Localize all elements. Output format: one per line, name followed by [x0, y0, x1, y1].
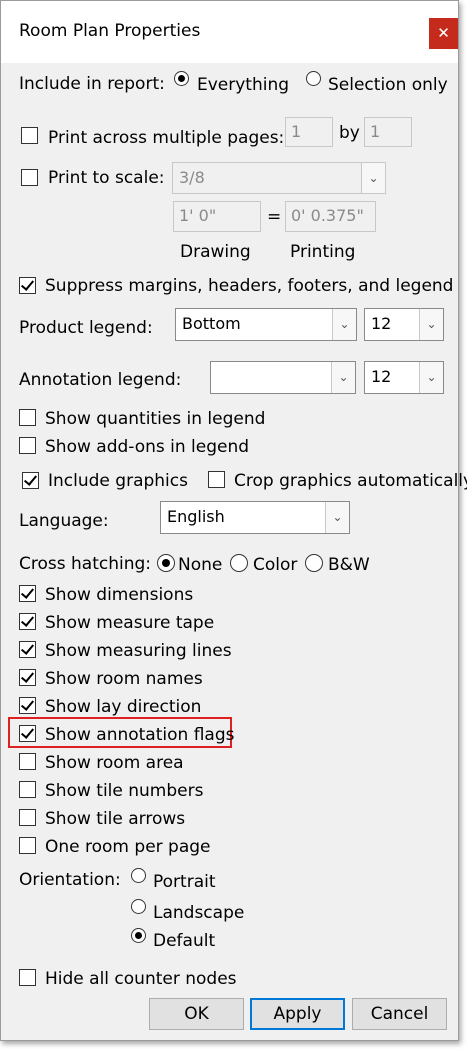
chevron-down-icon: ⌄: [419, 309, 443, 340]
hatch-none-radio[interactable]: [157, 554, 175, 572]
show-quantities-checkbox[interactable]: [19, 409, 36, 426]
include-graphics-label[interactable]: Include graphics: [48, 471, 188, 491]
product-legend-size-value: 12: [371, 314, 392, 333]
show-lay-direction-checkbox[interactable]: [19, 697, 36, 714]
print-to-scale-label[interactable]: Print to scale:: [48, 168, 165, 188]
show-measure-tape-checkbox[interactable]: [19, 613, 36, 630]
scale-value: 3/8: [179, 168, 205, 187]
cross-hatching-label: Cross hatching:: [19, 554, 151, 574]
suppress-margins-checkbox[interactable]: [19, 277, 36, 294]
orientation-portrait-radio[interactable]: [131, 868, 146, 883]
show-annotation-flags-label[interactable]: Show annotation flags: [45, 725, 234, 745]
equals-sign: =: [267, 207, 282, 227]
chevron-down-icon: ⌄: [419, 362, 443, 393]
one-room-per-page-checkbox[interactable]: [19, 837, 36, 854]
printing-label: Printing: [290, 242, 356, 262]
chevron-down-icon: ⌄: [361, 163, 385, 193]
show-room-area-checkbox[interactable]: [19, 753, 36, 770]
suppress-margins-label[interactable]: Suppress margins, headers, footers, and …: [45, 276, 453, 296]
show-room-area-label[interactable]: Show room area: [45, 753, 184, 773]
print-to-scale-checkbox[interactable]: [21, 169, 38, 186]
hide-counter-nodes-label[interactable]: Hide all counter nodes: [45, 969, 237, 989]
hatch-color-label[interactable]: Color: [253, 555, 297, 575]
show-dimensions-label[interactable]: Show dimensions: [45, 585, 193, 605]
chevron-down-icon: ⌄: [331, 362, 355, 393]
show-room-names-checkbox[interactable]: [19, 669, 36, 686]
language-label: Language:: [19, 511, 109, 531]
language-dropdown[interactable]: English ⌄: [160, 501, 350, 534]
chevron-down-icon: ⌄: [332, 309, 356, 340]
include-graphics-checkbox[interactable]: [22, 472, 39, 489]
show-quantities-label[interactable]: Show quantities in legend: [45, 409, 265, 429]
annotation-legend-label: Annotation legend:: [19, 370, 182, 390]
orientation-label: Orientation:: [19, 870, 121, 890]
orientation-landscape-radio[interactable]: [131, 899, 146, 914]
radio-selection-only[interactable]: [306, 71, 321, 86]
print-multiple-pages-checkbox[interactable]: [21, 127, 38, 144]
title-bar: Room Plan Properties ✕: [1, 1, 458, 63]
room-plan-properties-dialog: Room Plan Properties ✕ Include in report…: [0, 0, 467, 1041]
show-lay-direction-label[interactable]: Show lay direction: [45, 697, 201, 717]
pages-down-input[interactable]: 1: [364, 117, 412, 147]
annotation-legend-dropdown[interactable]: ⌄: [210, 361, 356, 394]
hatch-bw-label[interactable]: B&W: [328, 555, 370, 575]
hatch-bw-radio[interactable]: [305, 554, 323, 572]
product-legend-label: Product legend:: [19, 318, 153, 338]
product-legend-value: Bottom: [182, 314, 241, 333]
product-legend-size-dropdown[interactable]: 12 ⌄: [364, 308, 444, 341]
show-dimensions-checkbox[interactable]: [19, 585, 36, 602]
orientation-landscape-label[interactable]: Landscape: [153, 903, 244, 923]
show-addons-checkbox[interactable]: [19, 437, 36, 454]
show-tile-numbers-checkbox[interactable]: [19, 781, 36, 798]
orientation-default-radio[interactable]: [131, 928, 146, 943]
drawing-length-input[interactable]: 1' 0": [173, 201, 261, 232]
close-icon[interactable]: ✕: [429, 18, 458, 49]
annotation-legend-size-value: 12: [371, 367, 392, 386]
hatch-none-label[interactable]: None: [178, 555, 222, 575]
chevron-down-icon: ⌄: [325, 502, 349, 533]
hide-counter-nodes-checkbox[interactable]: [19, 969, 36, 986]
show-measure-tape-label[interactable]: Show measure tape: [45, 613, 214, 633]
show-addons-label[interactable]: Show add-ons in legend: [45, 437, 249, 457]
annotation-legend-size-dropdown[interactable]: 12 ⌄: [364, 361, 444, 394]
hatch-color-radio[interactable]: [230, 554, 248, 572]
print-multiple-pages-label[interactable]: Print across multiple pages:: [48, 128, 284, 148]
show-tile-arrows-checkbox[interactable]: [19, 809, 36, 826]
by-label: by: [339, 123, 360, 143]
radio-everything[interactable]: [174, 71, 189, 86]
show-tile-numbers-label[interactable]: Show tile numbers: [45, 781, 203, 801]
printing-length-input[interactable]: 0' 0.375": [285, 201, 376, 232]
product-legend-dropdown[interactable]: Bottom ⌄: [175, 308, 357, 341]
show-measuring-lines-checkbox[interactable]: [19, 641, 36, 658]
crop-graphics-label[interactable]: Crop graphics automatically: [234, 471, 467, 491]
orientation-default-label[interactable]: Default: [153, 931, 215, 951]
radio-everything-label[interactable]: Everything: [197, 75, 289, 95]
drawing-label: Drawing: [180, 242, 251, 262]
show-annotation-flags-checkbox[interactable]: [19, 725, 36, 742]
show-measuring-lines-label[interactable]: Show measuring lines: [45, 641, 232, 661]
pages-across-input[interactable]: 1: [285, 117, 333, 147]
cancel-button[interactable]: Cancel: [352, 998, 447, 1030]
language-value: English: [167, 507, 225, 526]
orientation-portrait-label[interactable]: Portrait: [153, 872, 216, 892]
ok-button[interactable]: OK: [149, 998, 244, 1030]
crop-graphics-checkbox[interactable]: [208, 471, 225, 488]
show-room-names-label[interactable]: Show room names: [45, 669, 203, 689]
window-title: Room Plan Properties: [19, 21, 201, 41]
apply-button[interactable]: Apply: [250, 998, 345, 1030]
radio-selection-only-label[interactable]: Selection only: [328, 75, 448, 95]
scale-dropdown[interactable]: 3/8 ⌄: [172, 162, 386, 194]
one-room-per-page-label[interactable]: One room per page: [45, 837, 211, 857]
show-tile-arrows-label[interactable]: Show tile arrows: [45, 809, 185, 829]
include-in-report-label: Include in report:: [19, 74, 165, 94]
